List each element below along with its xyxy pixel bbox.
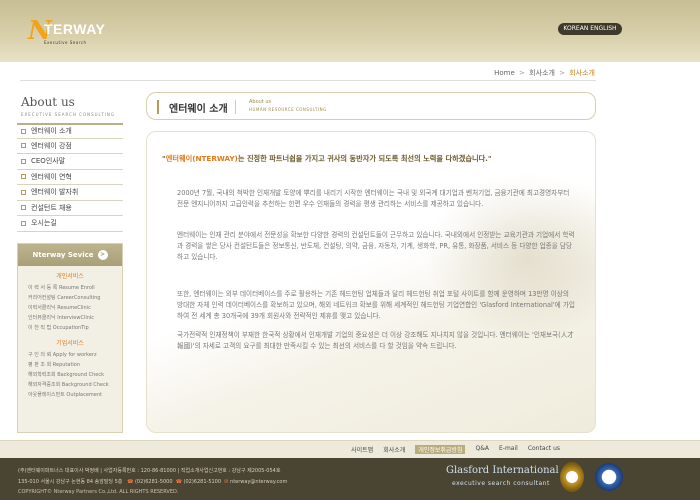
certification-badge-icon — [595, 463, 623, 491]
sidebar-item-ceo[interactable]: CEO인사말 — [17, 154, 123, 170]
divider — [20, 80, 596, 81]
footer-link-qna[interactable]: Q&A — [475, 445, 489, 454]
header: N TERWAY Executive Search KOREAN ENGLISH — [0, 0, 700, 62]
glasford-logo[interactable]: Glasford International — [446, 465, 559, 476]
phone-number: (02)6281-5000 — [134, 479, 173, 485]
service-link[interactable]: 해외학력조회 Background Check — [18, 370, 122, 380]
footer-link-privacy[interactable]: 개인정보취급방침 — [415, 445, 466, 454]
service-panel-header[interactable]: Nterway Sevice > — [18, 244, 122, 266]
sidebar-item-label: 엔터웨이 강점 — [31, 141, 72, 150]
service-link[interactable]: 이력서클리닉 ResumeClinic — [18, 303, 122, 313]
email-icon: ✉ — [224, 479, 229, 485]
paragraph: 국가전략적 인재정책이 부재한 한국적 상황에서 인재개발 기업의 중요성은 더… — [177, 331, 574, 350]
breadcrumb-level1[interactable]: 회사소개 — [529, 69, 555, 77]
breadcrumb-separator: > — [559, 69, 565, 77]
footer: (주)엔터웨이파트너스 대표이사 박정배 | 사업자등록번호 : 120-86-… — [0, 458, 700, 500]
service-link[interactable]: 이 천 직 팁 OccupationTip — [18, 323, 122, 333]
footer-link-about[interactable]: 회사소개 — [383, 445, 405, 454]
sidebar-item-label: 엔터웨이 연혁 — [31, 172, 72, 181]
logo-text: TERWAY — [44, 21, 106, 37]
service-link[interactable]: 아웃플레이스먼트 Outplacement — [18, 390, 122, 400]
content-panel: "엔터웨이(NTERWAY)는 진정한 파트너쉽을 가지고 귀사의 동반자가 되… — [146, 131, 596, 433]
breadcrumb: Home > 회사소개 > 회사소개 — [494, 68, 595, 78]
intro-quote: "엔터웨이(NTERWAY)는 진정한 파트너쉽을 가지고 귀사의 동반자가 되… — [162, 154, 582, 164]
sidebar-item-label: 오시는길 — [31, 219, 57, 228]
sidebar-item-intro[interactable]: 엔터웨이 소개 — [17, 123, 123, 139]
sidebar-item-recruit[interactable]: 컨설턴트 채용 — [17, 201, 123, 216]
award-badge-icon — [560, 462, 584, 492]
sidebar-menu: 엔터웨이 소개 엔터웨이 강점 CEO인사말 엔터웨이 연혁 엔터웨이 발자취 … — [17, 123, 123, 232]
corporate-service-title: 기업서비스 — [56, 340, 84, 347]
bullet-icon — [21, 189, 26, 195]
personal-service-title: 개인서비스 — [56, 273, 84, 280]
paragraph: 또한, 엔터웨이는 외부 데이터베이스를 주로 활용하는 기존 헤드헌팅 업체들… — [177, 290, 575, 320]
bullet-icon — [21, 143, 26, 149]
breadcrumb-current: 회사소개 — [569, 69, 595, 77]
footer-link-contact[interactable]: Contact us — [528, 445, 560, 454]
quote-company: 엔터웨이(NTERWAY) — [165, 154, 238, 163]
service-link[interactable]: 구 인 의 뢰 Apply for workerz — [18, 350, 122, 360]
bullet-icon — [21, 220, 26, 226]
contact-info: 135-010 서울시 강남구 논현동 84 송암빌딩 5층 ☎ (02)628… — [18, 478, 287, 485]
footer-nav: 사이트맵 회사소개 개인정보취급방침 Q&A E-mail Contact us — [0, 440, 700, 458]
page-title-box: 엔터웨이 소개 About us HUMAN RESOURCE CONSULTI… — [146, 92, 596, 120]
breadcrumb-separator: > — [519, 69, 525, 77]
service-link[interactable]: 이 력 서 등 록 Resume Enroll — [18, 283, 122, 293]
nterway-logo[interactable]: N TERWAY Executive Search — [28, 16, 108, 50]
sidebar-item-label: CEO인사말 — [31, 157, 66, 166]
fax-icon: ☎ — [175, 479, 182, 485]
sidebar-item-history[interactable]: 엔터웨이 연혁 — [17, 170, 123, 185]
fax-number: (02)6281-5100 — [183, 479, 222, 485]
company-info: (주)엔터웨이파트너스 대표이사 박정배 | 사업자등록번호 : 120-86-… — [18, 468, 281, 474]
paragraph: 엔터웨이는 인재 관리 분야에서 전문성을 확보한 다양한 경력의 컨설턴트들이… — [177, 231, 575, 261]
bullet-icon — [21, 205, 26, 211]
title-divider — [235, 100, 236, 114]
sidebar-item-label: 컨설턴트 채용 — [31, 203, 72, 212]
phone-icon: ☎ — [127, 479, 134, 485]
breadcrumb-home[interactable]: Home — [494, 69, 515, 77]
sidebar-item-label: 엔터웨이 발자취 — [31, 188, 79, 197]
bullet-icon — [21, 128, 26, 134]
sidebar-title: About us — [21, 95, 75, 109]
footer-link-sitemap[interactable]: 사이트맵 — [351, 445, 373, 454]
sidebar-item-location[interactable]: 오시는길 — [17, 216, 123, 232]
page-subtitle-caption: HUMAN RESOURCE CONSULTING — [249, 107, 327, 112]
language-switch[interactable]: KOREAN ENGLISH — [558, 23, 622, 35]
email-address[interactable]: nterway@nterway.com — [230, 479, 287, 485]
service-panel: Nterway Sevice > 개인서비스 이 력 서 등 록 Resume … — [17, 243, 123, 433]
address: 135-010 서울시 강남구 논현동 84 송암빌딩 5층 — [18, 479, 123, 485]
sidebar-item-strengths[interactable]: 엔터웨이 강점 — [17, 139, 123, 154]
service-link[interactable]: 해외자격증조회 Background Check — [18, 380, 122, 390]
glasford-subtitle: executive search consultant — [452, 480, 550, 487]
arrow-right-icon: > — [97, 250, 108, 260]
footer-link-email[interactable]: E-mail — [499, 445, 518, 454]
sidebar-subtitle: EXECUTIVE SEARCH CONSULTING — [21, 112, 115, 117]
bullet-icon — [21, 174, 26, 180]
sidebar-item-label: 엔터웨이 소개 — [31, 127, 72, 136]
service-panel-title: Nterway Sevice — [32, 251, 94, 259]
quote-text: 는 진정한 파트너쉽을 가지고 귀사의 동반자가 되도록 최선의 노력을 다하겠… — [237, 154, 492, 163]
paragraph: 2000년 7월, 국내의 척박한 인재개발 토양에 뿌리를 내리기 시작한 엔… — [177, 189, 570, 208]
service-link[interactable]: 평 판 조 회 Reputation — [18, 360, 122, 370]
service-link[interactable]: 커리어컨설팅 CareerConsulting — [18, 293, 122, 303]
page-subtitle: About us — [249, 99, 272, 105]
logo-subtitle: Executive Search — [44, 40, 87, 45]
title-accent-bar — [157, 100, 159, 114]
bullet-icon — [21, 158, 26, 164]
sidebar-item-footsteps[interactable]: 엔터웨이 발자취 — [17, 185, 123, 201]
page-title: 엔터웨이 소개 — [169, 104, 228, 115]
service-link[interactable]: 인터뷰클리닉 InterviewClinic — [18, 313, 122, 323]
copyright: COPYRIGHT© Nterway Partners Co.,Ltd. ALL… — [18, 489, 179, 495]
